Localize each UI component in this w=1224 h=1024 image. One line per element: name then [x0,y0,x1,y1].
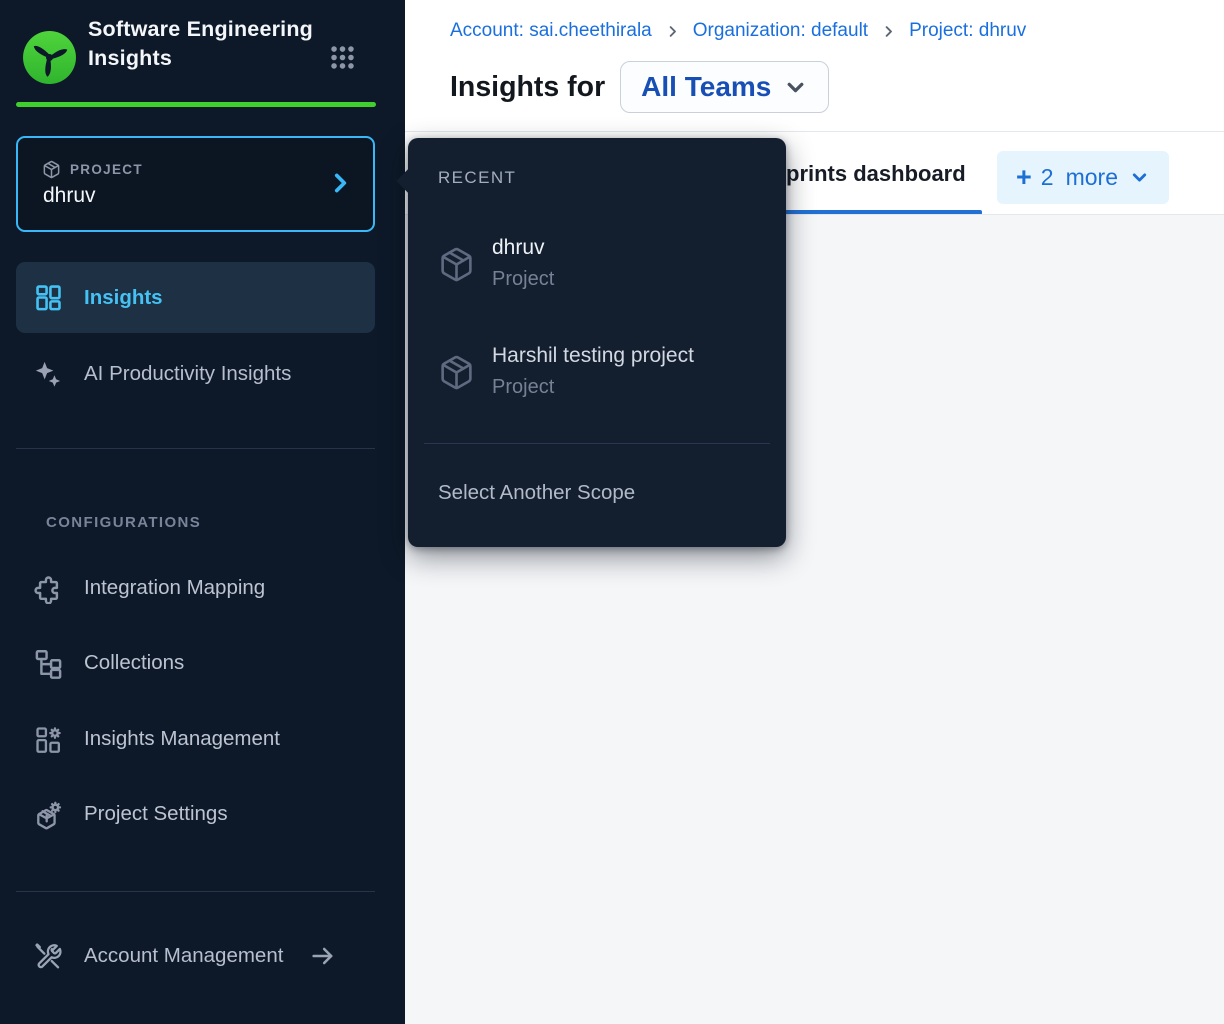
header-divider [405,131,1224,132]
brand-accent-bar [16,102,376,107]
chevron-down-icon [1129,167,1150,188]
scope-item-name: Harshil testing project [492,342,694,370]
breadcrumb-account-link[interactable]: Account: sai.cheethirala [450,20,652,42]
scope-item-type: Project [492,266,554,293]
sidebar-divider [16,891,375,892]
project-settings-icon [33,799,64,830]
insights-gear-icon [33,724,64,755]
project-card-label: PROJECT [70,162,143,177]
recent-scope-harshil-testing-project[interactable]: Harshil testing project Project [438,342,756,401]
more-tabs-label: more [1066,166,1118,189]
sidebar-item-project-settings[interactable]: Project Settings [16,784,375,844]
plus-icon: + [1016,164,1032,191]
app-title: Software Engineering Insights [88,15,313,73]
project-card-name: dhruv [43,184,96,208]
project-scope-card[interactable]: PROJECT dhruv [16,136,375,232]
sidebar-item-ai-productivity[interactable]: AI Productivity Insights [16,342,375,406]
collections-tree-icon [33,648,64,679]
configurations-section-label: CONFIGURATIONS [46,514,201,531]
chevron-right-icon [881,24,896,39]
arrow-right-icon [309,942,337,970]
sparkles-icon [33,359,64,390]
team-selector-value: All Teams [641,71,771,103]
sidebar-item-label: Project Settings [84,802,228,826]
chevron-right-icon [665,24,680,39]
sidebar-item-label: Account Management [84,944,283,968]
sidebar-item-collections[interactable]: Collections [16,633,375,693]
scope-selector-popup: RECENT dhruv Project Harshil testing pro… [408,138,786,547]
page-title: Insights for [450,71,605,104]
puzzle-icon [33,573,64,604]
project-cube-icon [42,160,61,179]
more-tabs-dropdown[interactable]: + 2 more [997,151,1169,204]
recent-scope-dhruv[interactable]: dhruv Project [438,234,756,293]
breadcrumb: Account: sai.cheethirala Organization: d… [450,20,1026,42]
sidebar-item-account-management[interactable]: Account Management [16,926,375,986]
popup-divider [424,443,770,444]
sidebar-item-integration-mapping[interactable]: Integration Mapping [16,558,375,618]
tab-active-dashboard[interactable]: prints dashboard [786,161,966,187]
sidebar-item-label: Collections [84,651,184,675]
app-logo-icon[interactable] [21,29,78,86]
app-switcher-grid-icon[interactable] [328,43,357,72]
sidebar: Software Engineering Insights PROJECT dh… [0,0,405,1024]
team-selector-button[interactable]: All Teams [620,61,829,113]
sidebar-item-label: AI Productivity Insights [84,362,291,386]
breadcrumb-organization-link[interactable]: Organization: default [693,20,868,42]
tools-icon [33,941,64,972]
select-another-scope-action[interactable]: Select Another Scope [438,481,635,505]
more-tabs-count: 2 [1041,166,1054,189]
project-cube-icon [438,246,475,283]
breadcrumb-project-link[interactable]: Project: dhruv [909,20,1026,42]
project-cube-icon [438,354,475,391]
sidebar-item-label: Integration Mapping [84,576,265,600]
sidebar-item-insights[interactable]: Insights [16,262,375,333]
sidebar-item-label: Insights Management [84,727,280,751]
chevron-right-icon [327,170,353,196]
sidebar-divider [16,448,375,449]
sidebar-item-label: Insights [84,286,163,310]
recent-section-label: RECENT [438,168,516,188]
chevron-down-icon [783,75,808,100]
insights-dashboard-icon [33,282,64,313]
scope-item-type: Project [492,374,694,401]
sidebar-item-insights-management[interactable]: Insights Management [16,709,375,769]
scope-item-name: dhruv [492,234,554,262]
